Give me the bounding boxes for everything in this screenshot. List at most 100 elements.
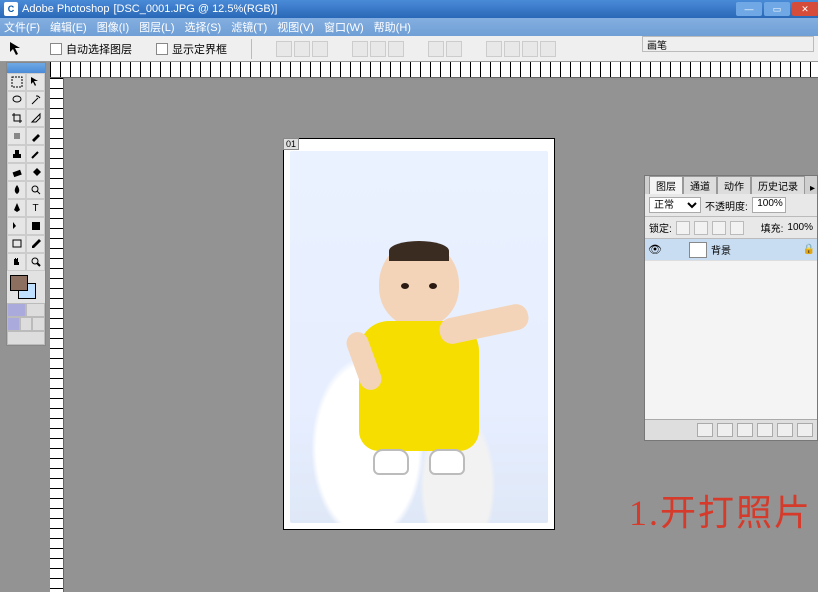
- tab-history[interactable]: 历史记录: [751, 176, 805, 194]
- history-brush-tool[interactable]: [26, 145, 45, 163]
- standard-mode[interactable]: [7, 303, 26, 317]
- close-button[interactable]: ✕: [792, 2, 818, 16]
- maximize-button[interactable]: ▭: [764, 2, 790, 16]
- distribute-6-button[interactable]: [540, 41, 556, 57]
- opacity-label: 不透明度:: [705, 198, 748, 213]
- document-canvas[interactable]: 01: [283, 138, 555, 530]
- canvas-index: 01: [283, 138, 299, 150]
- shape-tool[interactable]: [26, 217, 45, 235]
- align-center-button[interactable]: [370, 41, 386, 57]
- menu-file[interactable]: 文件(F): [4, 19, 40, 35]
- fill-value[interactable]: 100%: [787, 222, 813, 233]
- eraser-tool[interactable]: [7, 163, 26, 181]
- menu-image[interactable]: 图像(I): [97, 19, 129, 35]
- app-icon: C: [4, 2, 18, 16]
- path-tool[interactable]: [7, 217, 26, 235]
- fx-button[interactable]: [697, 423, 713, 437]
- type-tool[interactable]: T: [26, 199, 45, 217]
- jump-row: [7, 331, 45, 345]
- lasso-tool[interactable]: [7, 91, 26, 109]
- adjustment-button[interactable]: [757, 423, 773, 437]
- align-bottom-button[interactable]: [312, 41, 328, 57]
- jump-to-button[interactable]: [7, 331, 45, 345]
- distribute-v-button[interactable]: [446, 41, 462, 57]
- menu-select[interactable]: 选择(S): [185, 19, 222, 35]
- distribute-h-button[interactable]: [428, 41, 444, 57]
- move-tool-icon: [8, 40, 26, 58]
- bucket-tool[interactable]: [26, 163, 45, 181]
- brush-selector[interactable]: 画笔: [642, 36, 814, 52]
- pen-tool[interactable]: [7, 199, 26, 217]
- screen-mode-row: [7, 317, 45, 331]
- lock-position-icon[interactable]: [712, 221, 726, 235]
- visibility-icon[interactable]: 👁: [645, 243, 665, 256]
- show-bounds-label: 显示定界框: [172, 41, 227, 57]
- mask-button[interactable]: [717, 423, 733, 437]
- panel-menu-icon[interactable]: ▸: [810, 183, 815, 194]
- align-right-button[interactable]: [388, 41, 404, 57]
- tab-actions[interactable]: 动作: [717, 176, 751, 194]
- marquee-tool[interactable]: [7, 73, 26, 91]
- blur-tool[interactable]: [7, 181, 26, 199]
- brush-tool[interactable]: [26, 127, 45, 145]
- tutorial-annotation: 1.开打照片: [629, 484, 812, 536]
- lock-row: 锁定: 填充: 100%: [645, 217, 817, 239]
- distribute-4-button[interactable]: [504, 41, 520, 57]
- quickmask-mode[interactable]: [26, 303, 45, 317]
- lock-pixels-icon[interactable]: [694, 221, 708, 235]
- move-tool[interactable]: [26, 73, 45, 91]
- stamp-tool[interactable]: [7, 145, 26, 163]
- auto-select-checkbox[interactable]: 自动选择图层: [50, 41, 132, 57]
- distribute-5-button[interactable]: [522, 41, 538, 57]
- wand-tool[interactable]: [26, 91, 45, 109]
- lock-all-icon[interactable]: [730, 221, 744, 235]
- layer-row[interactable]: 👁 背景 🔒: [645, 239, 817, 261]
- checkbox-icon: [156, 43, 168, 55]
- crop-tool[interactable]: [7, 109, 26, 127]
- title-bar: C Adobe Photoshop [DSC_0001.JPG @ 12.5%(…: [0, 0, 818, 18]
- opacity-value[interactable]: 100%: [752, 197, 786, 213]
- menu-layer[interactable]: 图层(L): [139, 19, 174, 35]
- slice-tool[interactable]: [26, 109, 45, 127]
- notes-tool[interactable]: [7, 235, 26, 253]
- foreground-color[interactable]: [10, 275, 28, 291]
- menu-view[interactable]: 视图(V): [277, 19, 314, 35]
- blend-mode-select[interactable]: 正常: [649, 197, 701, 213]
- new-layer-button[interactable]: [777, 423, 793, 437]
- minimize-button[interactable]: —: [736, 2, 762, 16]
- show-bounds-checkbox[interactable]: 显示定界框: [156, 41, 227, 57]
- folder-button[interactable]: [737, 423, 753, 437]
- align-top-button[interactable]: [276, 41, 292, 57]
- tab-channels[interactable]: 通道: [683, 176, 717, 194]
- zoom-tool[interactable]: [26, 253, 45, 271]
- color-swatches[interactable]: [7, 271, 45, 303]
- menu-edit[interactable]: 编辑(E): [50, 19, 87, 35]
- dodge-tool[interactable]: [26, 181, 45, 199]
- distribute-buttons: [428, 41, 462, 57]
- toolbox-header[interactable]: [7, 63, 45, 73]
- trash-button[interactable]: [797, 423, 813, 437]
- separator: [251, 39, 252, 59]
- eyedropper-tool[interactable]: [26, 235, 45, 253]
- brush-label-text: 画笔: [647, 37, 667, 52]
- lock-transparent-icon[interactable]: [676, 221, 690, 235]
- heal-tool[interactable]: [7, 127, 26, 145]
- menu-filter[interactable]: 滤镜(T): [231, 19, 267, 35]
- screen-full-menu[interactable]: [20, 317, 33, 331]
- screen-standard[interactable]: [7, 317, 20, 331]
- fill-label: 填充:: [761, 220, 784, 235]
- edit-mode-row: [7, 303, 45, 317]
- hand-tool[interactable]: [7, 253, 26, 271]
- menu-help[interactable]: 帮助(H): [374, 19, 411, 35]
- menu-window[interactable]: 窗口(W): [324, 19, 364, 35]
- tab-layers[interactable]: 图层: [649, 176, 683, 194]
- align-middle-button[interactable]: [294, 41, 310, 57]
- checkbox-icon: [50, 43, 62, 55]
- screen-full[interactable]: [32, 317, 45, 331]
- align-buttons-2: [352, 41, 404, 57]
- distribute-3-button[interactable]: [486, 41, 502, 57]
- doc-title: [DSC_0001.JPG @ 12.5%(RGB)]: [113, 3, 277, 15]
- layer-name: 背景: [711, 242, 801, 257]
- align-left-button[interactable]: [352, 41, 368, 57]
- menu-bar: 文件(F) 编辑(E) 图像(I) 图层(L) 选择(S) 滤镜(T) 视图(V…: [0, 18, 818, 36]
